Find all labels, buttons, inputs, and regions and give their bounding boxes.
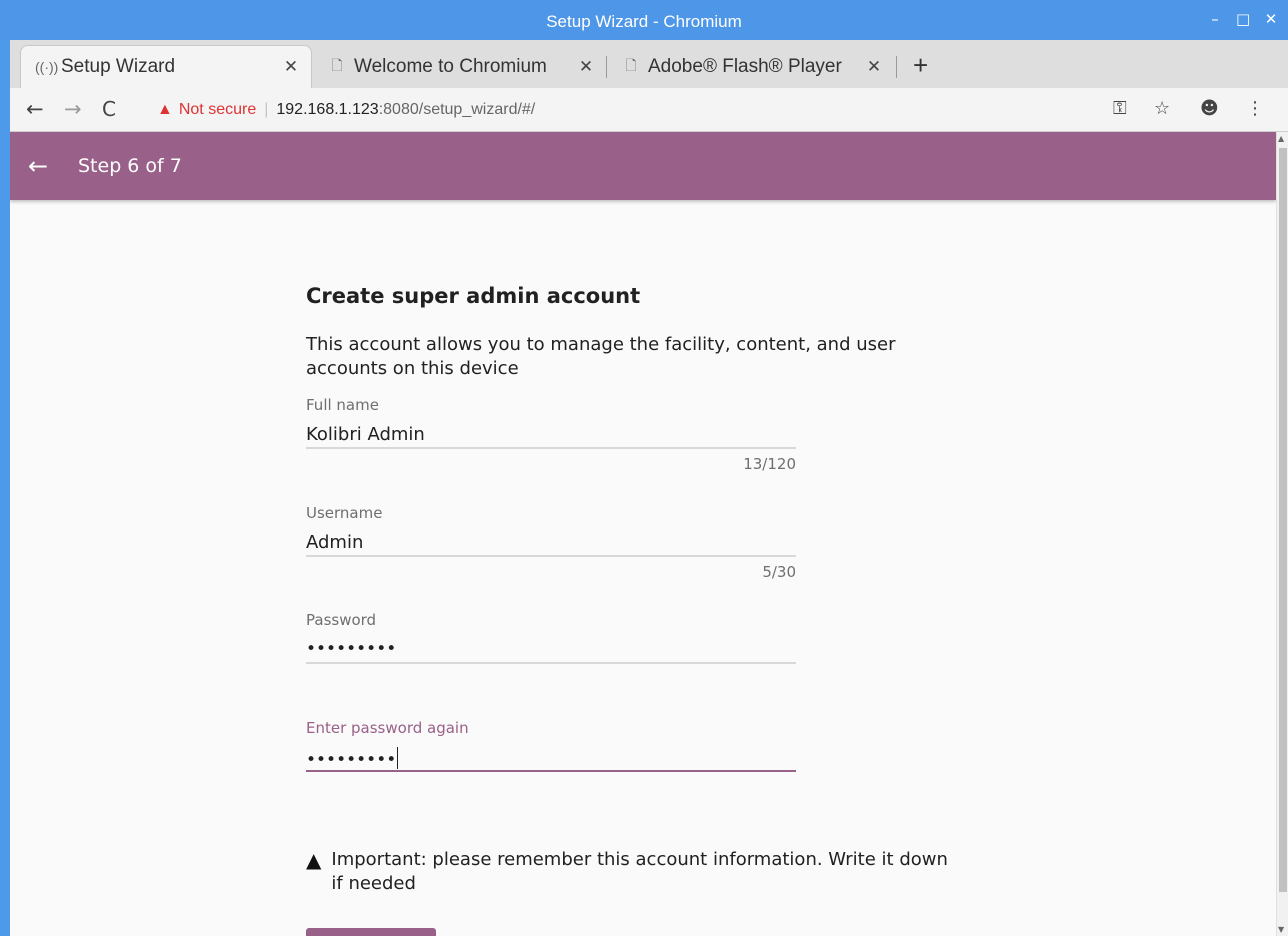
close-window-icon[interactable]: ✕	[1264, 10, 1278, 28]
username-input[interactable]: Admin	[306, 524, 796, 554]
radio-waves-icon: ((·))	[35, 59, 59, 75]
window-controls: – □ ✕	[1208, 10, 1278, 28]
tab-label: Welcome to Chromium	[354, 55, 547, 77]
step-indicator: Step 6 of 7	[78, 155, 182, 177]
tab-label: Setup Wizard	[61, 56, 176, 77]
back-arrow-icon[interactable]: ←	[26, 97, 44, 121]
tab-close-icon[interactable]: ✕	[281, 57, 301, 77]
minimize-icon[interactable]: –	[1208, 10, 1222, 28]
key-icon[interactable]: ⚿	[1113, 98, 1127, 119]
password-label: Password	[306, 611, 377, 629]
url-host: 192.168.1.123	[276, 101, 379, 118]
input-underline	[306, 555, 796, 557]
input-underline	[306, 662, 796, 664]
back-arrow-icon[interactable]: ←	[28, 152, 48, 180]
important-notice: ▲ Important: please remember this accoun…	[306, 848, 956, 896]
window-titlebar: Setup Wizard - Chromium – □ ✕	[0, 0, 1288, 40]
star-icon[interactable]: ☆	[1154, 98, 1170, 119]
page-icon: 🗋	[331, 56, 343, 73]
scroll-up-icon[interactable]: ▲	[1278, 134, 1284, 143]
username-counter: 5/30	[762, 563, 796, 581]
omnibox-divider: |	[264, 101, 269, 118]
page-title: Create super admin account	[306, 284, 641, 308]
confirm-password-field[interactable]: Enter password again •••••••••	[306, 719, 796, 772]
username-field[interactable]: Username Admin 5/30	[306, 504, 796, 581]
password-field[interactable]: Password •••••••••	[306, 611, 796, 664]
username-label: Username	[306, 504, 383, 522]
password-input[interactable]: •••••••••	[306, 631, 796, 661]
confirm-password-input[interactable]: •••••••••	[306, 739, 796, 770]
address-bar[interactable]: ▲ Not secure | 192.168.1.123:8080/setup_…	[145, 94, 1105, 126]
app-bar: ← Step 6 of 7	[10, 132, 1276, 200]
maximize-icon[interactable]: □	[1236, 10, 1250, 28]
reload-icon[interactable]: C	[102, 97, 116, 121]
page-content: ← Step 6 of 7 Create super admin account…	[10, 132, 1276, 936]
tab-adobe-flash-player[interactable]: 🗋 Adobe® Flash® Player ✕	[608, 45, 894, 88]
notice-text: Important: please remember this account …	[331, 849, 948, 894]
full-name-field[interactable]: Full name Kolibri Admin 13/120	[306, 396, 796, 473]
full-name-counter: 13/120	[743, 455, 796, 473]
tab-setup-wizard[interactable]: ((·)) Setup Wizard ✕	[20, 45, 312, 88]
browser-toolbar: ← → C ▲ Not secure | 192.168.1.123:8080/…	[10, 88, 1288, 132]
confirm-password-label: Enter password again	[306, 719, 469, 737]
tab-strip: ((·)) Setup Wizard ✕ 🗋 Welcome to Chromi…	[10, 40, 1288, 88]
tab-welcome-to-chromium[interactable]: 🗋 Welcome to Chromium ✕	[314, 45, 606, 88]
tab-label: Adobe® Flash® Player	[648, 55, 842, 77]
tab-close-icon[interactable]: ✕	[576, 57, 596, 77]
new-tab-icon[interactable]: +	[913, 50, 928, 81]
tab-separator	[606, 56, 607, 78]
security-status[interactable]: Not secure	[179, 101, 256, 119]
scrollbar[interactable]: ▲ ▼	[1276, 132, 1288, 936]
confirm-password-value: •••••••••	[306, 750, 397, 770]
tab-separator	[896, 56, 897, 78]
tab-close-icon[interactable]: ✕	[864, 57, 884, 77]
window-title: Setup Wizard - Chromium	[546, 12, 742, 31]
scrollbar-thumb[interactable]	[1279, 148, 1287, 892]
text-caret	[397, 747, 399, 769]
forward-arrow-icon[interactable]: →	[64, 97, 82, 121]
page-icon: 🗋	[625, 56, 637, 73]
account-icon[interactable]: ☻	[1200, 98, 1219, 119]
scroll-down-icon[interactable]: ▼	[1278, 925, 1284, 934]
input-underline	[306, 447, 796, 449]
full-name-label: Full name	[306, 396, 379, 414]
full-name-input[interactable]: Kolibri Admin	[306, 416, 796, 446]
form-description: This account allows you to manage the fa…	[306, 334, 896, 379]
url-path: :8080/setup_wizard/#/	[378, 101, 536, 118]
warning-triangle-icon: ▲	[157, 101, 173, 118]
input-underline	[306, 770, 796, 772]
menu-kebab-icon[interactable]: ⋮	[1246, 98, 1264, 119]
continue-button[interactable]	[306, 928, 436, 936]
warning-triangle-icon: ▲	[306, 848, 322, 872]
